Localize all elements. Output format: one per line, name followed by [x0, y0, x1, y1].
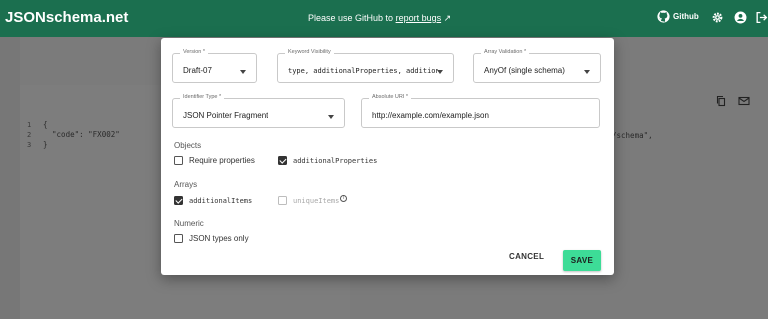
- line-number: 3: [27, 141, 32, 149]
- absolute-uri-label: Absolute URI *: [369, 94, 412, 100]
- unique-items-checkbox: uniqueItems i: [278, 195, 348, 205]
- copy-icon[interactable]: [715, 95, 727, 107]
- account-icon[interactable]: [734, 11, 747, 24]
- identifier-type-select[interactable]: Identifier Type * JSON Pointer Fragment: [172, 94, 345, 128]
- report-bugs-link[interactable]: report bugs: [396, 13, 442, 23]
- objects-heading: Objects: [174, 141, 202, 150]
- checkbox-disabled-icon: [278, 196, 287, 205]
- report-prefix: Please use GitHub to: [308, 13, 394, 23]
- require-properties-label: Require properties: [189, 156, 255, 165]
- github-label: Github: [673, 12, 699, 21]
- settings-dialog: Version * Draft-07 Keyword Visibility ty…: [161, 38, 614, 275]
- report-notice: Please use GitHub to report bugs ↗: [308, 13, 451, 24]
- save-button[interactable]: SAVE: [563, 250, 601, 271]
- code-line: {: [43, 120, 48, 129]
- code-line: "code": "FX002": [43, 130, 120, 139]
- absolute-uri-field[interactable]: Absolute URI * http://example.com/exampl…: [361, 94, 600, 128]
- info-icon[interactable]: i: [340, 195, 348, 202]
- checkbox-checked-icon: [278, 156, 287, 165]
- require-properties-checkbox[interactable]: Require properties: [174, 156, 255, 165]
- checkbox-unchecked-icon: [174, 156, 183, 165]
- checkbox-unchecked-icon: [174, 234, 183, 243]
- absolute-uri-value: http://example.com/example.json: [372, 111, 489, 120]
- line-number: 1: [27, 121, 32, 129]
- logout-icon[interactable]: [755, 11, 768, 24]
- identifier-type-label: Identifier Type *: [180, 94, 225, 100]
- schema-output-text: /schema",: [612, 131, 653, 140]
- arrays-heading: Arrays: [174, 180, 198, 189]
- github-link[interactable]: Github: [657, 10, 699, 23]
- version-label: Version *: [180, 49, 209, 55]
- chevron-down-icon: [437, 70, 443, 74]
- array-validation-label: Array Validation *: [481, 49, 530, 55]
- version-value: Draft-07: [183, 66, 212, 75]
- additional-properties-label: additionalProperties: [293, 156, 378, 165]
- side-gutter: [0, 37, 20, 319]
- additional-items-checkbox[interactable]: additionalItems: [174, 196, 252, 205]
- chevron-down-icon: [328, 115, 334, 119]
- keyword-visibility-label: Keyword Visibility: [285, 49, 334, 55]
- version-select[interactable]: Version * Draft-07: [172, 49, 257, 83]
- json-types-only-checkbox[interactable]: JSON types only: [174, 234, 249, 243]
- json-types-only-label: JSON types only: [189, 234, 249, 243]
- external-link-icon: ↗: [443, 13, 452, 23]
- additional-properties-checkbox[interactable]: additionalProperties: [278, 156, 377, 165]
- additional-items-label: additionalItems: [189, 196, 253, 205]
- settings-gear-icon[interactable]: [711, 11, 724, 24]
- numeric-heading: Numeric: [174, 219, 204, 228]
- cancel-button[interactable]: CANCEL: [509, 252, 544, 261]
- keyword-visibility-select[interactable]: Keyword Visibility type, additionalPrope…: [277, 49, 454, 83]
- keyword-visibility-value: type, additionalProperties, addition…: [288, 67, 438, 75]
- identifier-type-value: JSON Pointer Fragment: [183, 111, 269, 120]
- mail-icon[interactable]: [738, 95, 750, 107]
- app-title: JSONschema.net: [5, 9, 129, 26]
- array-validation-select[interactable]: Array Validation * AnyOf (single schema): [473, 49, 601, 83]
- array-validation-value: AnyOf (single schema): [484, 66, 565, 75]
- chevron-down-icon: [584, 70, 590, 74]
- unique-items-label: uniqueItems: [293, 196, 340, 205]
- line-number: 2: [27, 131, 32, 139]
- github-icon: [657, 10, 670, 23]
- chevron-down-icon: [240, 70, 246, 74]
- top-bar: JSONschema.net Please use GitHub to repo…: [0, 0, 768, 37]
- checkbox-checked-icon: [174, 196, 183, 205]
- code-line: }: [43, 140, 48, 149]
